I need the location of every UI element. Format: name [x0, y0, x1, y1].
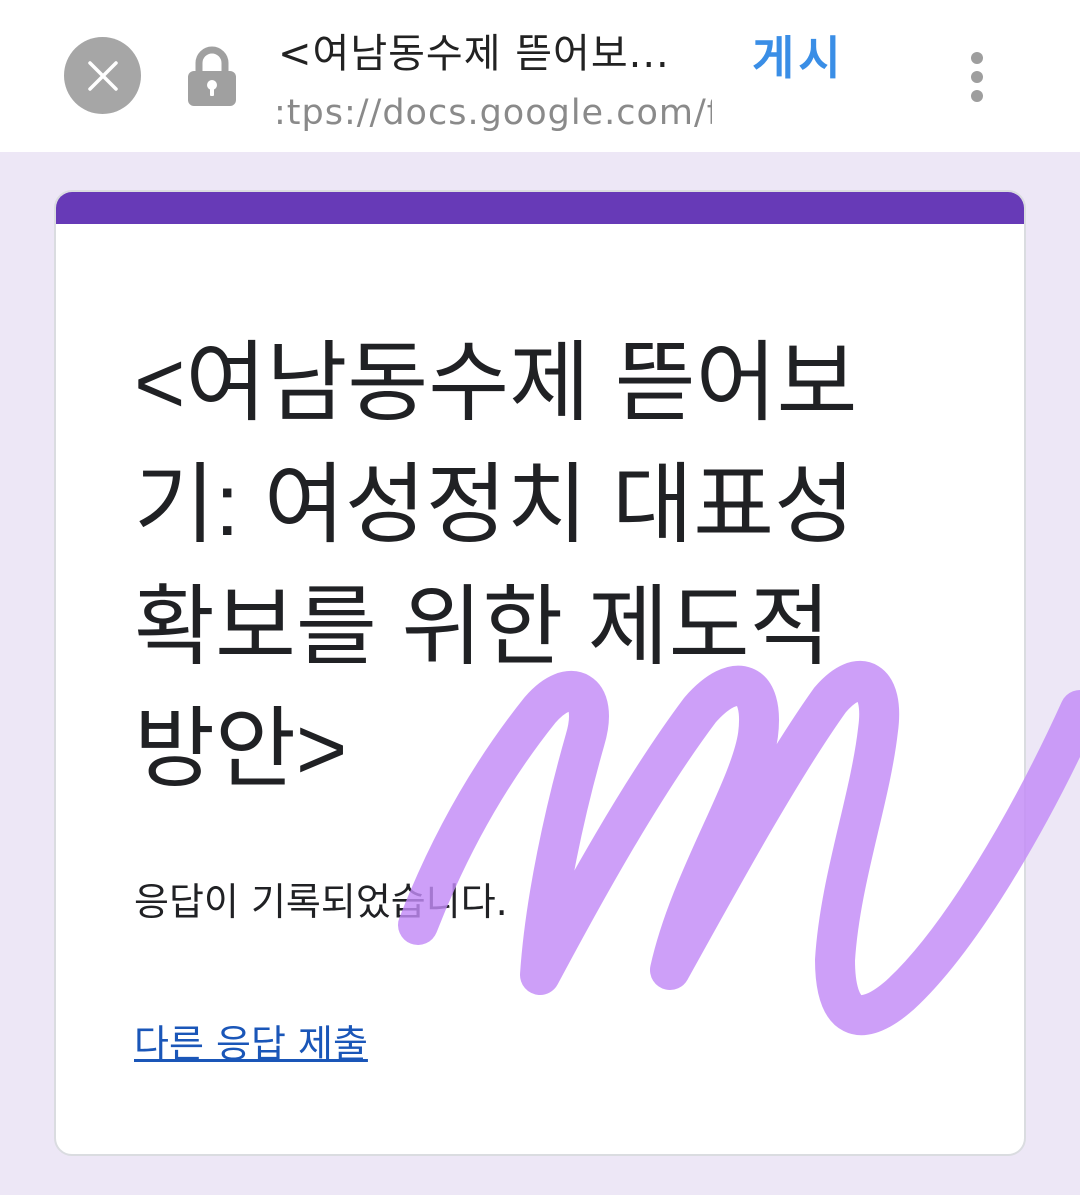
more-vert-icon-dot — [971, 71, 983, 83]
form-title: <여남동수제 뜯어보기: 여성정치 대표성 확보를 위한 제도적 방안> — [134, 333, 858, 798]
page-title: <여남동수제 뜯어보... — [278, 31, 670, 77]
more-vert-icon — [971, 52, 983, 64]
lock-icon — [188, 46, 236, 106]
more-menu-button[interactable] — [956, 48, 998, 106]
confirmation-message: 응답이 기록되었습니다. — [134, 880, 508, 924]
page-url[interactable]: :tps://docs.google.com/f — [274, 90, 712, 136]
close-icon — [87, 60, 118, 91]
close-button[interactable] — [64, 37, 141, 114]
form-response-card: <여남동수제 뜯어보기: 여성정치 대표성 확보를 위한 제도적 방안> 응답이… — [54, 190, 1026, 1156]
post-button[interactable]: 게시 — [752, 28, 912, 88]
browser-toolbar: <여남동수제 뜯어보... :tps://docs.google.com/f 게… — [0, 0, 1080, 152]
submit-another-response-link[interactable]: 다른 응답 제출 — [134, 1018, 368, 1070]
more-vert-icon-dot — [971, 90, 983, 102]
card-accent-bar — [56, 192, 1024, 224]
